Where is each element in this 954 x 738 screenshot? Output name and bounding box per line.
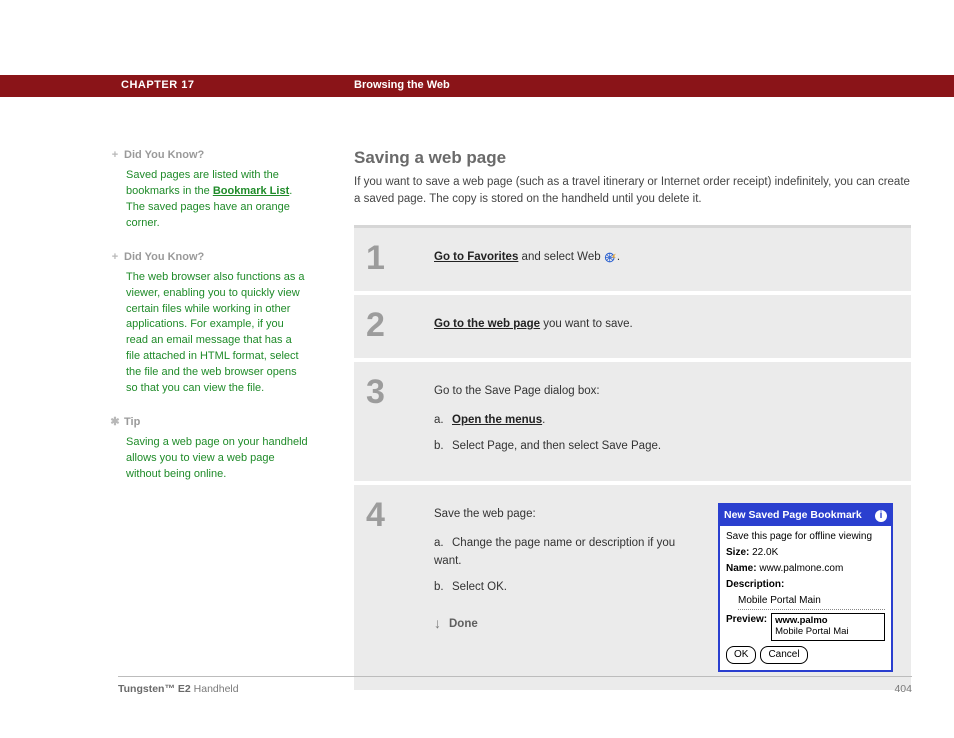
product-name: Tungsten™ E2 Handheld — [118, 683, 239, 695]
substep: a.Open the menus. — [434, 411, 893, 429]
open-menus-link[interactable]: Open the menus — [452, 414, 542, 426]
page-number: 404 — [894, 683, 912, 695]
substeps: a.Open the menus. b.Select Page, and the… — [434, 411, 893, 456]
step-number: 2 — [360, 311, 434, 340]
step-1: 1 Go to Favorites and select Web . — [354, 228, 911, 295]
ok-button: OK — [726, 646, 756, 664]
plus-icon: + — [108, 148, 122, 164]
dialog-screenshot: New Saved Page Bookmark i Save this page… — [718, 503, 893, 672]
main-content: Saving a web page If you want to save a … — [354, 148, 911, 694]
sidebar: +Did You Know? Saved pages are listed wi… — [108, 148, 308, 501]
step-body: Go to the web page you want to save. — [434, 311, 893, 340]
substep: b.Select Page, and then select Save Page… — [434, 437, 893, 455]
note-heading: +Did You Know? — [108, 148, 308, 164]
sidebar-note: +Did You Know? Saved pages are listed wi… — [108, 148, 308, 232]
note-body: The web browser also functions as a view… — [126, 270, 308, 398]
chapter-label: CHAPTER 17 — [121, 79, 194, 91]
step-2: 2 Go to the web page you want to save. — [354, 295, 911, 362]
web-icon — [604, 252, 617, 263]
done-marker: ↓Done — [434, 611, 704, 633]
substeps: a.Change the page name or description if… — [434, 534, 704, 597]
preview-box: www.palmo Mobile Portal Mai — [771, 613, 885, 641]
dialog-titlebar: New Saved Page Bookmark i — [720, 505, 891, 526]
cancel-button: Cancel — [760, 646, 807, 664]
page-footer: Tungsten™ E2 Handheld 404 — [118, 676, 912, 695]
step-body: Go to the Save Page dialog box: a.Open t… — [434, 378, 893, 463]
steps-list: 1 Go to Favorites and select Web . 2 Go … — [354, 225, 911, 694]
substep: a.Change the page name or description if… — [434, 534, 704, 571]
note-heading: ✱Tip — [108, 415, 308, 431]
asterisk-icon: ✱ — [108, 415, 122, 431]
down-arrow-icon: ↓ — [434, 612, 441, 634]
go-to-favorites-link[interactable]: Go to Favorites — [434, 251, 518, 263]
plus-icon: + — [108, 250, 122, 266]
bookmark-list-link[interactable]: Bookmark List — [213, 185, 289, 197]
section-intro: If you want to save a web page (such as … — [354, 174, 911, 207]
step-4: 4 Save the web page: a.Change the page n… — [354, 485, 911, 694]
step-number: 3 — [360, 378, 434, 463]
note-heading: +Did You Know? — [108, 250, 308, 266]
sidebar-note: +Did You Know? The web browser also func… — [108, 250, 308, 397]
step-number: 1 — [360, 244, 434, 273]
note-body: Saving a web page on your handheld allow… — [126, 435, 308, 483]
note-body: Saved pages are listed with the bookmark… — [126, 168, 308, 232]
step-3: 3 Go to the Save Page dialog box: a.Open… — [354, 362, 911, 485]
step-body: Go to Favorites and select Web . — [434, 244, 893, 273]
chapter-title: Browsing the Web — [354, 79, 450, 91]
step-body: Save the web page: a.Change the page nam… — [434, 501, 893, 672]
info-icon: i — [875, 510, 887, 522]
go-to-web-page-link[interactable]: Go to the web page — [434, 318, 540, 330]
substep: b.Select OK. — [434, 578, 704, 596]
chapter-header: CHAPTER 17 Browsing the Web — [0, 75, 954, 97]
sidebar-note: ✱Tip Saving a web page on your handheld … — [108, 415, 308, 483]
step-number: 4 — [360, 501, 434, 672]
section-heading: Saving a web page — [354, 148, 911, 168]
description-field: Mobile Portal Main — [738, 594, 885, 610]
